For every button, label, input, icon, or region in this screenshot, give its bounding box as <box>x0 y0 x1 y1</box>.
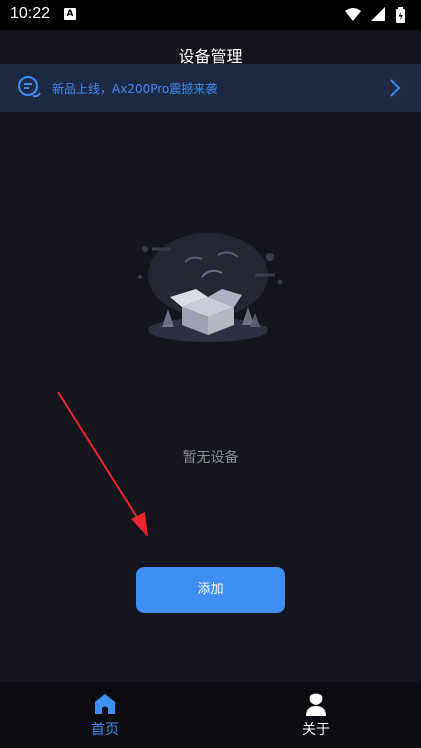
nav-item-home[interactable]: 首页 <box>45 682 165 748</box>
bottom-nav: 首页 关于 <box>0 682 421 748</box>
nav-label-home: 首页 <box>91 722 119 738</box>
red-arrow-annotation-icon <box>57 391 148 537</box>
user-icon <box>304 692 328 720</box>
nav-label-about: 关于 <box>302 722 330 738</box>
nav-item-about[interactable]: 关于 <box>256 682 376 748</box>
home-icon <box>93 692 117 720</box>
